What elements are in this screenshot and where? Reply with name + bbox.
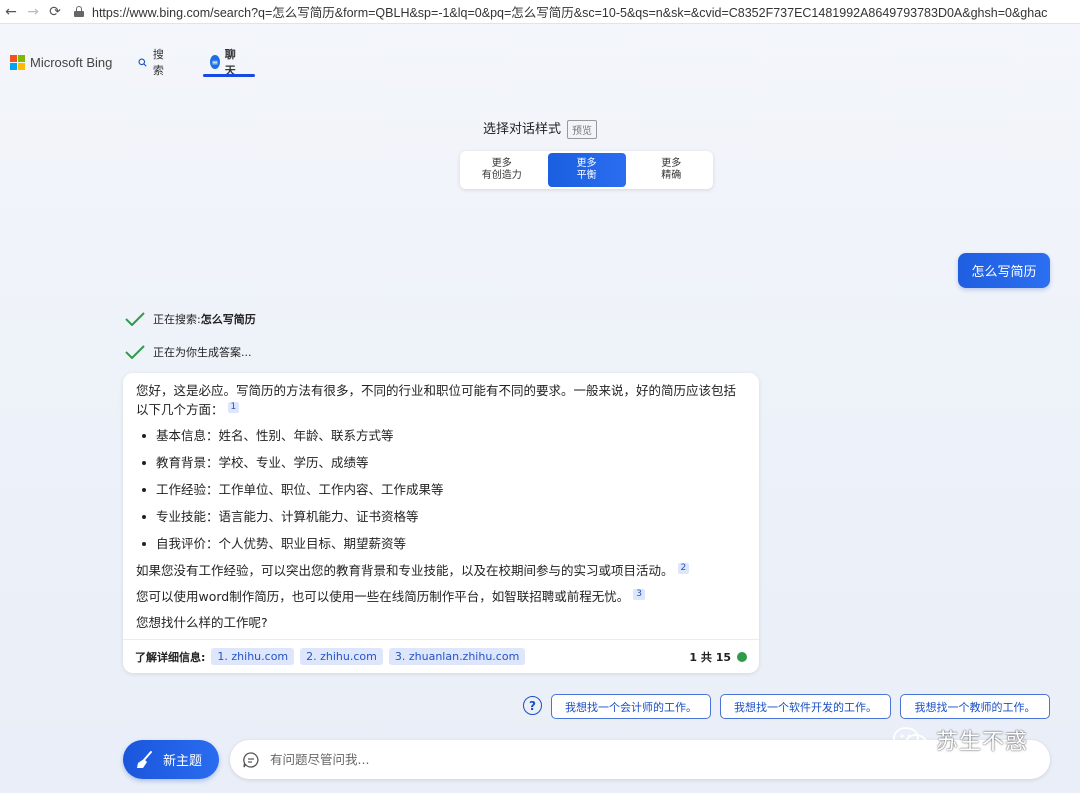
status-generating-text: 正在为你生成答案...	[153, 346, 252, 359]
new-topic-label: 新主题	[163, 754, 203, 769]
turn-counter: 1 共 15	[689, 649, 747, 665]
checkmark-icon	[125, 312, 145, 326]
turn-counter-text: 1 共 15	[689, 650, 731, 664]
list-item: 教育背景：学校、专业、学历、成绩等	[136, 453, 746, 472]
status-searching-query: 怎么写简历	[200, 313, 256, 326]
list-item: 专业技能：语言能力、计算机能力、证书资格等	[136, 507, 746, 526]
broom-icon	[137, 750, 152, 768]
answer-sources-bar: 了解详细信息: 1. zhihu.com 2. zhihu.com 3. zhu…	[123, 639, 759, 673]
chat-icon: ≡	[210, 55, 220, 69]
answer-para3-text: 您可以使用word制作简历，也可以使用一些在线简历制作平台，如智联招聘或前程无忧…	[136, 589, 630, 604]
learn-more-label: 了解详细信息:	[135, 650, 206, 664]
bing-header: Microsoft Bing 搜索 ≡ 聊天	[10, 44, 255, 80]
list-item: 基本信息：姓名、性别、年龄、联系方式等	[136, 426, 746, 445]
answer-question: 您想找什么样的工作呢?	[136, 615, 268, 630]
status-generating: 正在为你生成答案...	[125, 344, 252, 360]
reload-icon[interactable]: ⟳	[44, 4, 66, 20]
suggestion-button-1[interactable]: 我想找一个会计师的工作。	[551, 694, 711, 719]
citation-2[interactable]: 2	[677, 562, 690, 574]
chat-input[interactable]	[270, 752, 870, 767]
suggestion-button-3[interactable]: 我想找一个教师的工作。	[900, 694, 1050, 719]
citation-3[interactable]: 3	[633, 588, 645, 600]
list-item: 自我评价：个人优势、职业目标、期望薪资等	[136, 534, 746, 553]
forward-icon[interactable]: →	[22, 4, 44, 20]
status-dot-icon	[737, 651, 747, 662]
style-creative-line2: 有创造力	[481, 170, 522, 181]
microsoft-logo-icon	[10, 54, 25, 70]
nav-chat[interactable]: ≡ 聊天	[210, 48, 240, 77]
style-creative-button[interactable]: 更多 有创造力	[460, 151, 544, 189]
answer-bullet-list: 基本信息：姓名、性别、年龄、联系方式等 教育背景：学校、专业、学历、成绩等 工作…	[136, 426, 746, 553]
user-message-bubble: 怎么写简历	[958, 253, 1050, 288]
status-searching: 正在搜索: 怎么写简历	[125, 311, 256, 327]
url-text[interactable]: https://www.bing.com/search?q=怎么写简历&form…	[92, 2, 1047, 21]
source-link-3[interactable]: 3. zhuanlan.zhihu.com	[388, 648, 526, 665]
style-balanced-line2: 平衡	[576, 170, 597, 181]
nav-search[interactable]: 搜索	[138, 48, 168, 77]
help-icon[interactable]: ?	[523, 696, 542, 715]
style-precise-line1: 更多	[661, 158, 682, 169]
brand-name[interactable]: Microsoft Bing	[30, 55, 112, 70]
style-creative-line1: 更多	[491, 158, 512, 169]
answer-intro: 您好，这是必应。写简历的方法有很多，不同的行业和职位可能有不同的要求。一般来说，…	[136, 381, 746, 419]
style-title-text: 选择对话样式	[482, 122, 561, 137]
citation-1[interactable]: 1	[227, 401, 240, 413]
style-balanced-line1: 更多	[576, 158, 597, 169]
answer-para3: 您可以使用word制作简历，也可以使用一些在线简历制作平台，如智联招聘或前程无忧…	[136, 587, 746, 606]
source-link-1[interactable]: 1. zhihu.com	[211, 648, 295, 665]
nav-search-label: 搜索	[152, 48, 164, 77]
suggestion-button-2[interactable]: 我想找一个软件开发的工作。	[720, 694, 891, 719]
answer-intro-text: 您好，这是必应。写简历的方法有很多，不同的行业和职位可能有不同的要求。一般来说，…	[136, 383, 737, 417]
answer-para2: 如果您没有工作经验，可以突出您的教育背景和专业技能，以及在校期间参与的实习或项目…	[136, 561, 746, 580]
answer-para2-text: 如果您没有工作经验，可以突出您的教育背景和专业技能，以及在校期间参与的实习或项目…	[136, 563, 674, 578]
checkmark-icon	[125, 345, 145, 359]
style-precise-line2: 精确	[661, 170, 682, 181]
watermark-text: 苏生不惑	[936, 730, 1029, 755]
conversation-style-selector: 更多 有创造力 更多 平衡 更多 精确	[460, 151, 713, 189]
chat-bubble-icon	[243, 751, 259, 768]
new-topic-button[interactable]: 新主题	[123, 740, 219, 779]
bot-answer-card: 您好，这是必应。写简历的方法有很多，不同的行业和职位可能有不同的要求。一般来说，…	[123, 373, 759, 673]
lock-icon	[74, 6, 84, 17]
search-icon	[138, 58, 147, 67]
style-precise-button[interactable]: 更多 精确	[630, 151, 714, 189]
wechat-logo-icon	[893, 727, 927, 752]
browser-address-bar: ← → ⟳ https://www.bing.com/search?q=怎么写简…	[0, 0, 1080, 24]
style-balanced-button[interactable]: 更多 平衡	[547, 153, 626, 187]
list-item: 工作经验：工作单位、职位、工作内容、工作成果等	[136, 480, 746, 499]
active-tab-indicator	[203, 74, 255, 77]
back-icon[interactable]: ←	[0, 4, 22, 20]
source-link-2[interactable]: 2. zhihu.com	[300, 648, 383, 665]
preview-badge: 预览	[567, 120, 597, 139]
style-selector-title: 选择对话样式 预览	[0, 118, 1080, 139]
watermark: 苏生不惑	[892, 724, 1028, 756]
status-searching-prefix: 正在搜索:	[153, 313, 201, 326]
